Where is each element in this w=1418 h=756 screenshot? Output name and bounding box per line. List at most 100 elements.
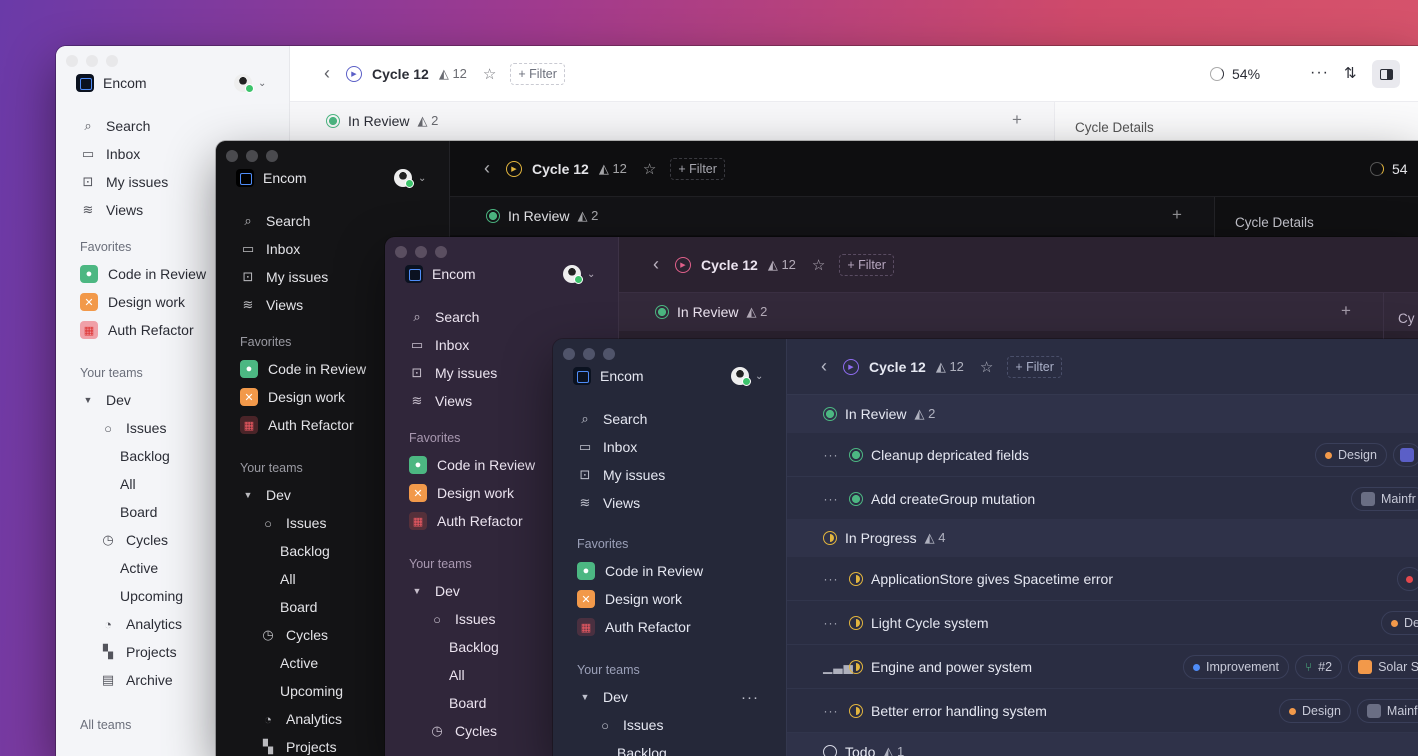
group-in-progress[interactable]: In Progress ◭ 4 (787, 519, 1418, 557)
github-icon: ● (577, 562, 595, 580)
user-menu[interactable]: ⌄ (394, 169, 427, 188)
cycle-title: Cycle 12 (532, 160, 589, 177)
star-icon[interactable]: ☆ (812, 256, 825, 274)
minimize-dot[interactable] (583, 348, 595, 360)
grid-icon: ▦ (577, 618, 595, 636)
in-progress-icon (823, 531, 837, 545)
tools-icon: ✕ (409, 484, 427, 502)
priority-bars-icon: ▁▃▅ (823, 659, 854, 674)
target-icon: ⊡ (82, 174, 94, 189)
project-icon (1361, 492, 1375, 506)
zoom-dot[interactable] (603, 348, 615, 360)
zoom-dot[interactable] (435, 246, 447, 258)
label-chip[interactable]: Improvement (1183, 655, 1289, 679)
label-chip[interactable]: Design (1315, 443, 1387, 467)
star-icon[interactable]: ☆ (643, 160, 656, 178)
close-dot[interactable] (563, 348, 575, 360)
chevron-down-icon: ⌄ (418, 172, 427, 184)
issue-row[interactable]: ··· Light Cycle system De (787, 601, 1418, 645)
user-menu[interactable]: ⌄ (731, 367, 763, 386)
label-chip[interactable] (1392, 443, 1418, 467)
workspace-logo-icon (573, 367, 591, 385)
back-icon[interactable]: ‹ (484, 158, 490, 179)
caret-down-icon: ▼ (83, 395, 93, 405)
issue-row[interactable]: ▁▃▅ Engine and power system Improvement … (787, 645, 1418, 689)
minimize-dot[interactable] (246, 150, 258, 162)
label-chip[interactable]: Solar S (1348, 655, 1418, 679)
group-in-review[interactable]: In Review ◭ 2 (619, 293, 1418, 331)
nav-search[interactable]: ⌕ Search (80, 112, 313, 140)
in-progress-icon (849, 615, 863, 630)
workspace-switcher[interactable]: Encom (76, 74, 147, 92)
workspace-name: Encom (103, 75, 147, 91)
filter-button[interactable]: + Filter (1007, 355, 1062, 378)
nav-search[interactable]: ⌕ Search (240, 207, 473, 235)
label-chip[interactable]: De (1381, 611, 1418, 635)
details-toggle-button[interactable] (1372, 60, 1400, 88)
filter-button[interactable]: + Filter (670, 157, 725, 180)
add-issue-icon[interactable]: + (1341, 301, 1351, 321)
project-icon (1399, 448, 1414, 462)
filter-button[interactable]: + Filter (510, 62, 565, 85)
back-icon[interactable]: ‹ (324, 63, 330, 84)
nav-issues[interactable]: ○ Issues (577, 711, 810, 739)
close-dot[interactable] (66, 55, 78, 67)
nav-my-issues[interactable]: ⊡ My issues (577, 461, 810, 489)
favorite-code-in-review[interactable]: ● Code in Review (577, 557, 810, 585)
label-chip[interactable]: Design (1279, 699, 1351, 723)
add-issue-icon[interactable]: + (1012, 110, 1022, 130)
cycle-play-icon: ▶ (675, 256, 691, 273)
sort-icon[interactable]: ⇅ (1344, 64, 1357, 82)
more-icon[interactable]: ··· (741, 689, 759, 706)
group-todo[interactable]: Todo ◭ 1 (787, 733, 1418, 756)
tools-icon: ✕ (80, 293, 98, 311)
issue-row[interactable]: ··· Cleanup depricated fields Design (787, 433, 1418, 477)
issue-row[interactable]: ··· Better error handling system Design … (787, 689, 1418, 733)
in-progress-icon (849, 659, 863, 674)
close-dot[interactable] (226, 150, 238, 162)
workspace-switcher[interactable]: Encom (236, 169, 307, 187)
minimize-dot[interactable] (415, 246, 427, 258)
star-icon[interactable]: ☆ (483, 65, 496, 83)
label-chip[interactable]: Mainfr (1356, 699, 1418, 723)
more-icon[interactable]: ··· (1310, 64, 1329, 82)
grid-icon: ▦ (409, 512, 427, 530)
issue-row[interactable]: ··· Add createGroup mutation Mainfr (787, 477, 1418, 521)
label-chip[interactable] (1397, 567, 1418, 591)
zoom-dot[interactable] (106, 55, 118, 67)
cycle-play-icon: ▶ (506, 160, 522, 177)
cycle-icon: ◷ (102, 532, 114, 547)
nav-views[interactable]: ≋ Views (577, 489, 810, 517)
group-in-review[interactable]: In Review ◭ 2 (787, 395, 1418, 433)
user-menu[interactable]: ⌄ (563, 265, 595, 284)
nav-backlog[interactable]: Backlog (577, 739, 810, 756)
filter-button[interactable]: + Filter (839, 253, 894, 276)
minimize-dot[interactable] (86, 55, 98, 67)
workspace-logo-icon (76, 74, 94, 92)
star-icon[interactable]: ☆ (980, 358, 993, 376)
zoom-dot[interactable] (266, 150, 278, 162)
search-icon: ⌕ (413, 309, 421, 324)
back-icon[interactable]: ‹ (653, 254, 659, 275)
inbox-icon: ▭ (410, 337, 424, 352)
favorite-design-work[interactable]: ✕ Design work (577, 585, 810, 613)
back-icon[interactable]: ‹ (821, 356, 827, 377)
team-dev[interactable]: ▼ Dev ··· (577, 683, 810, 711)
label-chip[interactable]: Mainfr (1351, 487, 1418, 511)
favorite-auth-refactor[interactable]: ▦ Auth Refactor (577, 613, 810, 641)
circle-icon: ○ (433, 611, 441, 627)
close-dot[interactable] (395, 246, 407, 258)
issue-row[interactable]: ··· ApplicationStore gives Spacetime err… (787, 557, 1418, 601)
nav-inbox[interactable]: ▭ Inbox (577, 433, 810, 461)
progress-icon (1370, 162, 1384, 176)
workspace-switcher[interactable]: Encom (405, 265, 476, 283)
nav-search[interactable]: ⌕ Search (577, 405, 810, 433)
nav-search[interactable]: ⌕ Search (409, 303, 642, 331)
workspace-switcher[interactable]: Encom (573, 367, 644, 385)
github-icon: ● (240, 360, 258, 378)
in-review-icon (849, 447, 863, 462)
github-icon: ● (80, 265, 98, 283)
add-issue-icon[interactable]: + (1172, 205, 1182, 225)
user-menu[interactable]: ⌄ (234, 74, 266, 93)
pr-chip[interactable]: ⑂ #2 (1294, 655, 1343, 679)
